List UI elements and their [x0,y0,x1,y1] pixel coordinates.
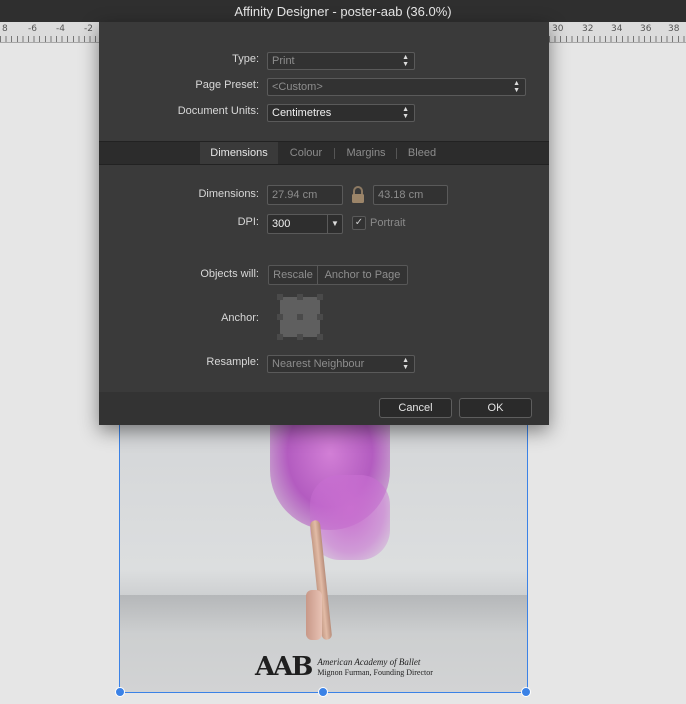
tab-dimensions[interactable]: Dimensions [200,142,278,164]
tab-margins[interactable]: Margins [337,142,395,164]
ruler-right-segment[interactable]: 30 32 34 36 38 [549,22,686,43]
poster-logo-mark: AAB [255,652,313,682]
lock-icon[interactable] [350,185,366,205]
dimensions-width-field[interactable]: 27.94 cm [267,185,343,205]
dialog-footer: Cancel OK [99,392,549,425]
select-arrows-icon: ▲ ▼ [402,357,409,371]
cancel-button[interactable]: Cancel [379,398,452,418]
artboard-poster[interactable]: AAB American Academy of Ballet Mignon Fu… [119,420,528,693]
document-units-select[interactable]: Centimetres ▲ ▼ [267,104,415,122]
type-label: Type: [232,53,259,65]
ruler-label: 36 [640,24,652,34]
portrait-label: Portrait [370,217,406,229]
document-units-label: Document Units: [177,105,259,117]
anchor-grid[interactable] [277,294,323,340]
dimensions-height-value: 43.18 cm [378,189,424,201]
ok-button[interactable]: OK [459,398,532,418]
type-value: Print [272,55,295,67]
dimensions-height-field[interactable]: 43.18 cm [373,185,448,205]
window-title: Affinity Designer - poster-aab (36.0%) [234,3,452,19]
type-select[interactable]: Print ▲ ▼ [267,52,415,70]
dpi-combo[interactable]: 300 ▼ [267,214,343,234]
select-arrows-icon: ▲ ▼ [513,80,520,94]
page-preset-select[interactable]: <Custom> ▲ ▼ [267,78,526,96]
ruler-label: -4 [56,24,65,34]
poster-logo: AAB American Academy of Ballet Mignon Fu… [255,652,433,682]
document-setup-dialog: Type: Print ▲ ▼ Page Preset: <Custom> ▲ ▼ … [99,22,549,425]
checkmark-icon: ✓ [354,217,364,228]
anchor-label: Anchor: [221,312,259,324]
dpi-value: 300 [272,218,291,230]
resample-select[interactable]: Nearest Neighbour ▲ ▼ [267,355,415,373]
poster-logo-line2: Mignon Furman, Founding Director [317,667,433,677]
ruler-left-segment[interactable]: 8 -6 -4 -2 [0,22,99,43]
resample-value: Nearest Neighbour [272,358,365,370]
tab-bar: Dimensions Colour Margins Bleed [99,141,549,165]
tab-colour[interactable]: Colour [281,142,331,164]
objects-will-label: Objects will: [200,268,259,280]
rescale-button[interactable]: Rescale [268,265,318,285]
window-titlebar: Affinity Designer - poster-aab (36.0%) [0,0,686,22]
document-units-value: Centimetres [272,107,332,119]
ruler-label: 34 [611,24,623,34]
poster-logo-text: American Academy of Ballet Mignon Furman… [317,657,433,678]
dpi-label: DPI: [237,216,259,228]
tab-separator [396,148,397,159]
chevron-down-icon[interactable]: ▼ [327,215,342,233]
dimensions-label: Dimensions: [198,188,259,200]
poster-dancer-pointe-shoe [306,590,322,640]
ruler-label: 32 [582,24,594,34]
ruler-label: 30 [552,24,564,34]
portrait-checkbox[interactable]: ✓ [352,216,366,230]
dimensions-width-value: 27.94 cm [272,189,318,201]
ruler-label: 8 [2,24,8,34]
poster-logo-line1: American Academy of Ballet [317,656,421,667]
ruler-label: -6 [28,24,37,34]
ruler-label: 38 [668,24,680,34]
selection-handle-bottom-right[interactable] [521,687,531,697]
tab-bleed[interactable]: Bleed [399,142,445,164]
selection-handle-bottom-center[interactable] [318,687,328,697]
tab-separator [334,148,335,159]
anchor-to-page-button[interactable]: Anchor to Page [317,265,408,285]
ruler-label: -2 [84,24,93,34]
selection-handle-bottom-left[interactable] [115,687,125,697]
select-arrows-icon: ▲ ▼ [402,54,409,68]
page-preset-value: <Custom> [272,81,323,93]
resample-label: Resample: [206,356,259,368]
select-arrows-icon: ▲ ▼ [402,106,409,120]
page-preset-label: Page Preset: [195,79,259,91]
